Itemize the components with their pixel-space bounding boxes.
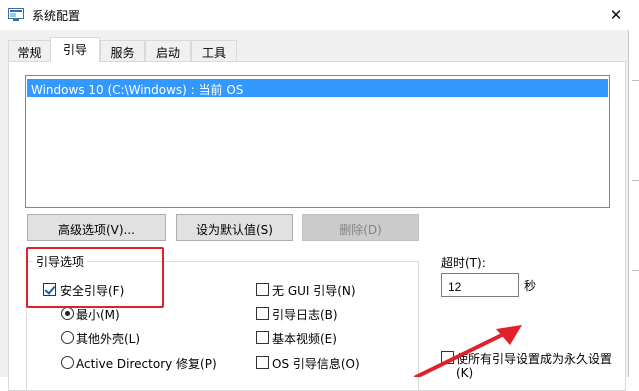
permanent-settings-label: 使所有引导设置成为永久设置 (456, 352, 613, 366)
tab-tools[interactable]: 工具 (191, 40, 237, 61)
boot-log-label: 引导日志(B) (272, 308, 338, 322)
tab-label: 服务 (110, 46, 135, 60)
tab-label: 引导 (62, 43, 87, 57)
alternate-shell-label: 其他外壳(L) (76, 332, 141, 346)
set-default-button[interactable]: 设为默认值(S) (176, 214, 293, 241)
os-boot-info-label: OS 引导信息(O) (272, 357, 360, 371)
minimal-radio[interactable] (61, 307, 74, 320)
timeout-input[interactable] (441, 273, 519, 297)
background-divider (632, 80, 639, 81)
minimal-label: 最小(M) (76, 308, 120, 322)
close-button[interactable]: ✕ (604, 3, 628, 27)
os-boot-info-checkbox[interactable] (256, 356, 269, 369)
background-divider (632, 180, 639, 181)
advanced-options-button[interactable]: 高级选项(V)... (27, 214, 166, 241)
ad-repair-radio[interactable] (61, 356, 74, 369)
tab-label: 常规 (17, 46, 42, 60)
close-icon: ✕ (609, 6, 623, 24)
tab-label: 工具 (201, 46, 226, 60)
base-video-label: 基本视频(E) (272, 332, 337, 346)
os-list[interactable]: Windows 10 (C:\Windows) : 当前 OS (25, 75, 610, 208)
no-gui-boot-checkbox[interactable] (256, 283, 269, 296)
title-bar: 系统配置 ✕ (0, 0, 629, 30)
no-gui-boot-label: 无 GUI 引导(N) (272, 284, 356, 298)
background-divider (632, 270, 639, 271)
tab-boot[interactable]: 引导 (50, 37, 100, 62)
system-config-icon (8, 8, 24, 21)
ad-repair-label: Active Directory 修复(P) (76, 357, 217, 371)
os-list-item[interactable]: Windows 10 (C:\Windows) : 当前 OS (27, 79, 608, 97)
window-title: 系统配置 (32, 9, 81, 23)
tab-label: 启动 (155, 46, 180, 60)
tab-services[interactable]: 服务 (100, 40, 145, 61)
permanent-settings-shortcut: (K) (456, 366, 474, 380)
safe-boot-checkbox[interactable] (43, 283, 56, 296)
alternate-shell-radio[interactable] (61, 331, 74, 344)
boot-options-title: 引导选项 (33, 253, 88, 270)
background-window-edge (629, 0, 639, 377)
timeout-label: 超时(T): (441, 256, 486, 270)
delete-button[interactable]: 删除(D) (302, 214, 419, 241)
tab-startup[interactable]: 启动 (145, 40, 191, 61)
safe-boot-label: 安全引导(F) (60, 284, 125, 298)
timeout-unit: 秒 (524, 279, 537, 293)
base-video-checkbox[interactable] (256, 331, 269, 344)
boot-log-checkbox[interactable] (256, 307, 269, 320)
tab-general[interactable]: 常规 (8, 40, 51, 61)
permanent-settings-checkbox[interactable] (441, 351, 454, 364)
